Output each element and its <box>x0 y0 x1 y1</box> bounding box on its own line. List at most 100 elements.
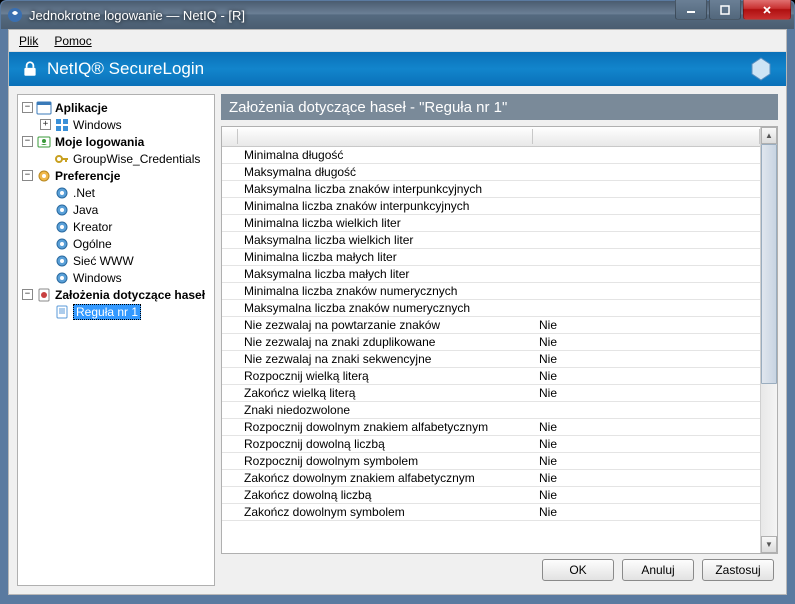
policy-name: Nie zezwalaj na znaki zduplikowane <box>238 335 533 349</box>
cancel-button[interactable]: Anuluj <box>622 559 694 581</box>
table-row[interactable]: Zakończ wielką literąNie <box>222 385 760 402</box>
gear-icon <box>36 168 52 184</box>
dialog-buttons: OK Anuluj Zastosuj <box>221 554 778 586</box>
menubar: Plik Pomoc <box>9 30 786 52</box>
vertical-scrollbar[interactable]: ▲ ▼ <box>760 127 777 553</box>
windows-icon <box>54 117 70 133</box>
policy-name: Zakończ dowolnym znakiem alfabetycznym <box>238 471 533 485</box>
table-row[interactable]: Zakończ dowolnym znakiem alfabetycznymNi… <box>222 470 760 487</box>
expand-toggle[interactable]: − <box>22 102 33 113</box>
expand-toggle[interactable]: − <box>22 136 33 147</box>
tree-label: Sieć WWW <box>73 254 134 268</box>
table-row[interactable]: Rozpocznij dowolnym znakiem alfabetyczny… <box>222 419 760 436</box>
tree-node-preferences[interactable]: −Preferencje <box>20 167 212 184</box>
tree-item[interactable]: Reguła nr 1 <box>38 303 212 320</box>
tree-item[interactable]: Java <box>38 201 212 218</box>
tree-label: Aplikacje <box>55 101 108 115</box>
doc-icon <box>54 304 70 320</box>
expand-toggle[interactable]: − <box>22 289 33 300</box>
tree-item[interactable]: +Windows <box>38 116 212 133</box>
table-row[interactable]: Minimalna długość <box>222 147 760 164</box>
table-row[interactable]: Nie zezwalaj na znaki zduplikowaneNie <box>222 334 760 351</box>
scroll-down-button[interactable]: ▼ <box>761 536 777 553</box>
policy-name: Maksymalna liczba małych liter <box>238 267 533 281</box>
apply-button[interactable]: Zastosuj <box>702 559 774 581</box>
policy-value[interactable]: Nie <box>533 505 760 519</box>
policy-value[interactable]: Nie <box>533 386 760 400</box>
table-row[interactable]: Rozpocznij dowolną liczbąNie <box>222 436 760 453</box>
table-row[interactable]: Maksymalna liczba wielkich liter <box>222 232 760 249</box>
table-row[interactable]: Nie zezwalaj na powtarzanie znakówNie <box>222 317 760 334</box>
table-row[interactable]: Znaki niedozwolone <box>222 402 760 419</box>
table-row[interactable]: Rozpocznij dowolnym symbolemNie <box>222 453 760 470</box>
scroll-up-button[interactable]: ▲ <box>761 127 777 144</box>
key-icon <box>54 151 70 167</box>
expand-toggle[interactable]: − <box>22 170 33 181</box>
tree-node-policies[interactable]: −Założenia dotyczące haseł <box>20 286 212 303</box>
policy-value[interactable]: Nie <box>533 488 760 502</box>
table-row[interactable]: Zakończ dowolną liczbąNie <box>222 487 760 504</box>
tree-item[interactable]: Kreator <box>38 218 212 235</box>
titlebar[interactable]: Jednokrotne logowanie — NetIQ - [R] <box>1 1 794 29</box>
gear-blue-icon <box>54 202 70 218</box>
table-row[interactable]: Minimalna liczba znaków numerycznych <box>222 283 760 300</box>
lock-icon <box>21 60 39 78</box>
table-row[interactable]: Nie zezwalaj na znaki sekwencyjneNie <box>222 351 760 368</box>
table-row[interactable]: Maksymalna liczba znaków numerycznych <box>222 300 760 317</box>
policy-name: Rozpocznij dowolnym znakiem alfabetyczny… <box>238 420 533 434</box>
nav-tree[interactable]: −Aplikacje+Windows−Moje logowaniaGroupWi… <box>17 94 215 586</box>
policy-value[interactable]: Nie <box>533 471 760 485</box>
policy-name: Zakończ wielką literą <box>238 386 533 400</box>
table-row[interactable]: Maksymalna długość <box>222 164 760 181</box>
policy-name: Maksymalna liczba wielkich liter <box>238 233 533 247</box>
ok-button[interactable]: OK <box>542 559 614 581</box>
policy-value[interactable]: Nie <box>533 454 760 468</box>
tree-label: Ogólne <box>73 237 112 251</box>
app-icon <box>7 7 23 23</box>
table-row[interactable]: Minimalna liczba znaków interpunkcyjnych <box>222 198 760 215</box>
policy-name: Minimalna liczba znaków numerycznych <box>238 284 533 298</box>
tree-item[interactable]: GroupWise_Credentials <box>38 150 212 167</box>
policy-value[interactable]: Nie <box>533 420 760 434</box>
app-icon <box>36 100 52 116</box>
table-row[interactable]: Maksymalna liczba małych liter <box>222 266 760 283</box>
menu-help[interactable]: Pomoc <box>48 32 97 50</box>
policy-icon <box>36 287 52 303</box>
policy-name: Minimalna liczba znaków interpunkcyjnych <box>238 199 533 213</box>
minimize-button[interactable] <box>675 0 707 20</box>
table-row[interactable]: Minimalna liczba wielkich liter <box>222 215 760 232</box>
table-row[interactable]: Zakończ dowolnym symbolemNie <box>222 504 760 521</box>
policy-value[interactable]: Nie <box>533 369 760 383</box>
maximize-button[interactable] <box>709 0 741 20</box>
app-window: Jednokrotne logowanie — NetIQ - [R] Plik… <box>0 0 795 604</box>
brand-bar: NetIQ® SecureLogin <box>9 52 786 86</box>
tree-label: .Net <box>73 186 95 200</box>
menu-file[interactable]: Plik <box>13 32 44 50</box>
table-row[interactable]: Minimalna liczba małych liter <box>222 249 760 266</box>
close-button[interactable] <box>743 0 791 20</box>
policy-name: Rozpocznij dowolną liczbą <box>238 437 533 451</box>
policy-value[interactable]: Nie <box>533 318 760 332</box>
gear-blue-icon <box>54 219 70 235</box>
policy-name: Rozpocznij dowolnym symbolem <box>238 454 533 468</box>
tree-node-mylogins[interactable]: − Moje logowania <box>20 133 212 150</box>
gear-blue-icon <box>54 270 70 286</box>
policy-value[interactable]: Nie <box>533 352 760 366</box>
table-header[interactable] <box>222 127 760 147</box>
tree-label: Moje logowania <box>55 135 144 149</box>
policy-name: Maksymalna liczba znaków numerycznych <box>238 301 533 315</box>
tree-item[interactable]: Windows <box>38 269 212 286</box>
table-row[interactable]: Maksymalna liczba znaków interpunkcyjnyc… <box>222 181 760 198</box>
tree-item[interactable]: .Net <box>38 184 212 201</box>
scroll-thumb[interactable] <box>761 144 777 384</box>
gear-blue-icon <box>54 253 70 269</box>
tree-label: Kreator <box>73 220 112 234</box>
tree-item[interactable]: Ogólne <box>38 235 212 252</box>
policy-value[interactable]: Nie <box>533 335 760 349</box>
policy-value[interactable]: Nie <box>533 437 760 451</box>
table-row[interactable]: Rozpocznij wielką literąNie <box>222 368 760 385</box>
brand-text: NetIQ® SecureLogin <box>47 59 204 79</box>
tree-node-applications[interactable]: − Aplikacje <box>20 99 212 116</box>
tree-label: Windows <box>73 118 122 132</box>
tree-item[interactable]: Sieć WWW <box>38 252 212 269</box>
